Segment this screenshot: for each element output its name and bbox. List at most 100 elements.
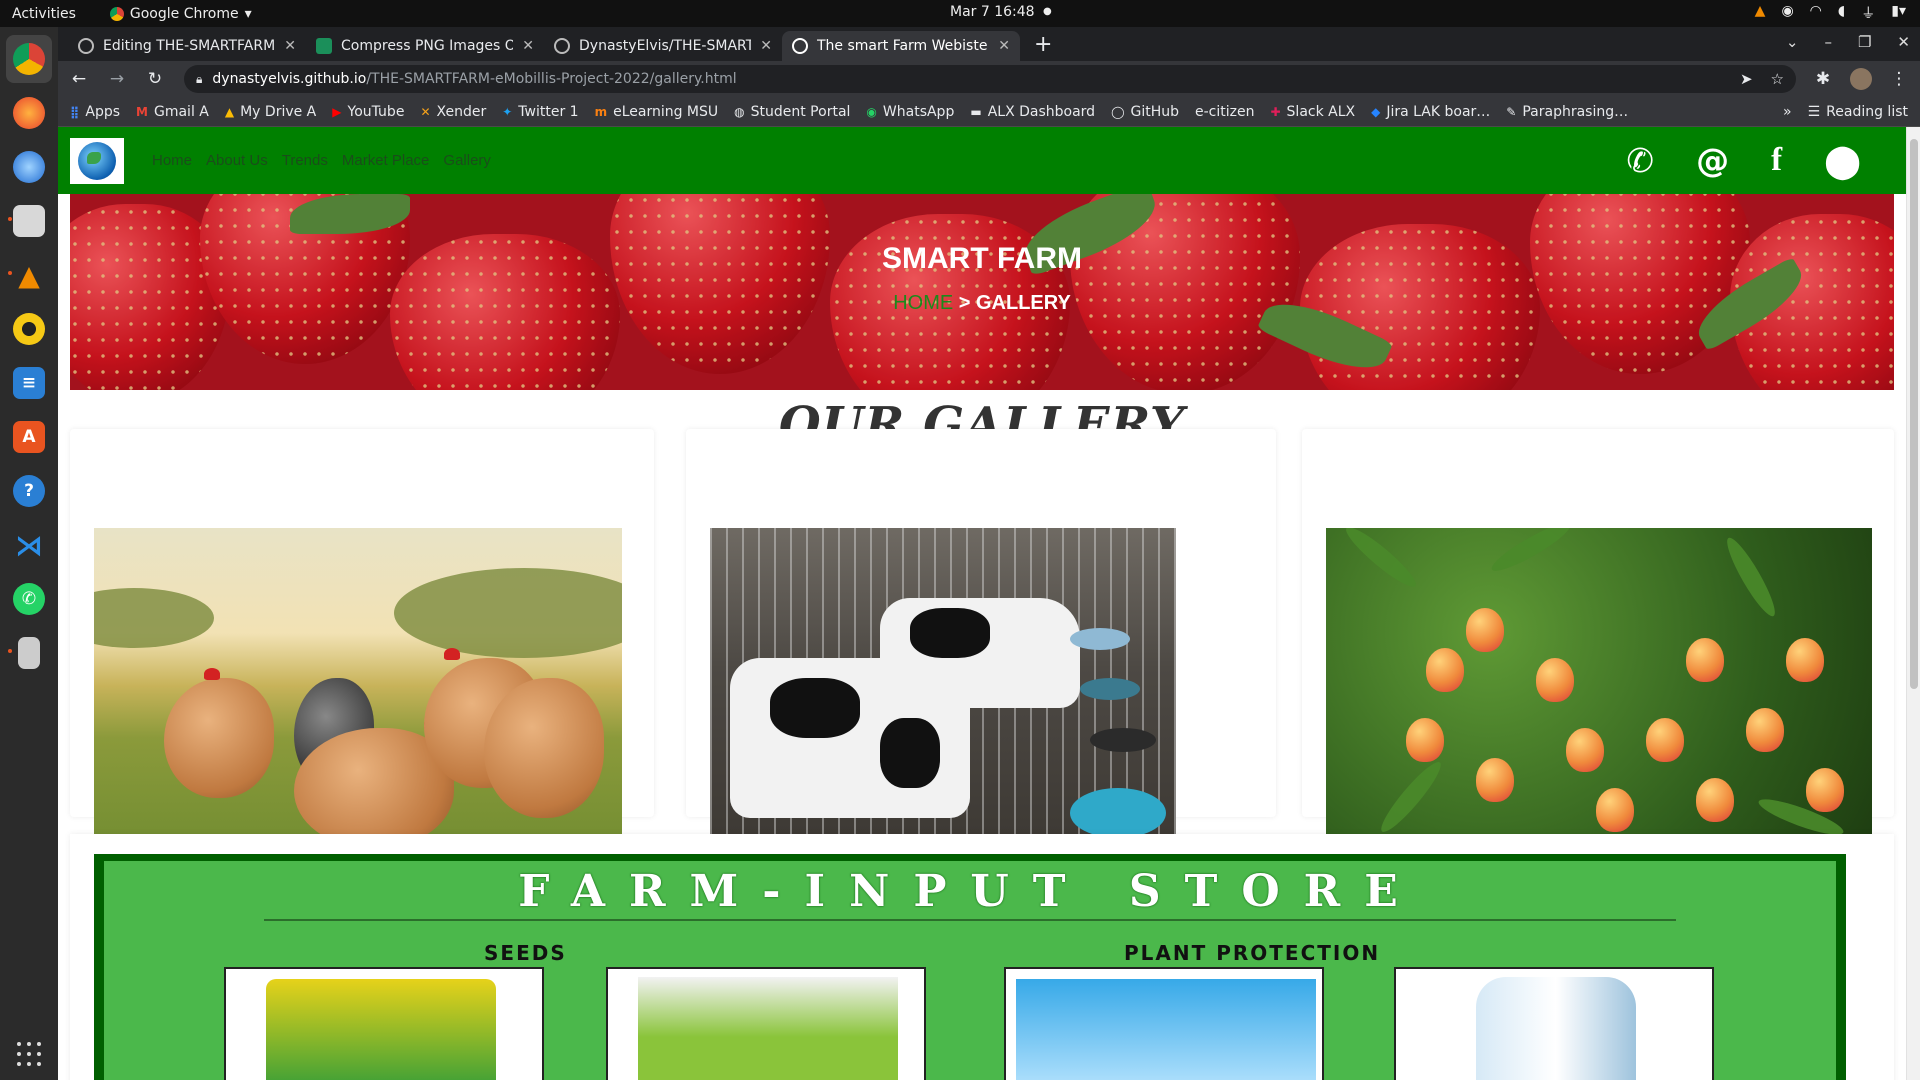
bookmark-label: YouTube xyxy=(347,103,405,120)
dock-vscode[interactable]: ⋊ xyxy=(6,521,52,569)
bookmark-paraphrasing[interactable]: ✎ Paraphrasing… xyxy=(1506,104,1628,120)
activities-button[interactable]: Activities xyxy=(12,6,76,22)
bookmark-star-icon[interactable]: ☆ xyxy=(1771,70,1784,88)
dock-whatsapp[interactable]: ✆ xyxy=(6,575,52,623)
close-icon[interactable]: ✕ xyxy=(760,38,772,54)
chickens-photo[interactable] xyxy=(94,528,622,878)
dock-writer[interactable]: ≡ xyxy=(6,359,52,407)
microphone-icon[interactable]: ⏚ xyxy=(1861,3,1875,23)
mango-fruit xyxy=(1426,648,1464,692)
dock-rhythmbox[interactable] xyxy=(6,305,52,353)
bookmark-jira[interactable]: ◆ Jira LAK boar… xyxy=(1371,104,1490,120)
bookmark-apps[interactable]: ⣿ Apps xyxy=(70,104,120,120)
mango-fruit xyxy=(1696,778,1734,822)
scrollbar-thumb[interactable] xyxy=(1910,139,1918,689)
menu-icon[interactable]: ⋮ xyxy=(1888,69,1910,89)
bookmark-ecitizen[interactable]: e-citizen xyxy=(1195,104,1254,120)
mango-fruit xyxy=(1536,658,1574,702)
wifi-icon[interactable]: ◠ xyxy=(1810,3,1822,23)
phone-icon[interactable]: ✆ xyxy=(1626,141,1654,180)
nav-about-us[interactable]: About Us xyxy=(206,152,268,169)
profile-avatar[interactable] xyxy=(1850,68,1872,90)
feeding-bucket xyxy=(1080,678,1140,700)
new-tab-button[interactable]: + xyxy=(1034,32,1052,57)
bookmark-label: ALX Dashboard xyxy=(987,103,1096,120)
bookmark-github[interactable]: ◯ GitHub xyxy=(1111,104,1179,120)
bookmark-whatsapp[interactable]: ◉ WhatsApp xyxy=(866,104,954,120)
mango-fruit xyxy=(1746,708,1784,752)
bookmark-elearning[interactable]: m eLearning MSU xyxy=(595,104,719,120)
location-pin-icon[interactable]: ⬤ xyxy=(1824,141,1861,180)
extensions-icon[interactable]: ✱ xyxy=(1812,69,1834,89)
clock[interactable]: Mar 7 16:48 xyxy=(950,4,1035,20)
system-tray[interactable]: ▲ ◉ ◠ ◖ ⏚ ▮▾ xyxy=(1755,3,1906,23)
dock-firefox[interactable] xyxy=(6,89,52,137)
mango-fruit xyxy=(1566,728,1604,772)
calves-photo[interactable] xyxy=(710,528,1176,878)
vlc-tray-icon[interactable]: ▲ xyxy=(1755,3,1766,23)
dock-chrome[interactable] xyxy=(6,35,52,83)
bookmark-slack[interactable]: ✚ Slack ALX xyxy=(1270,104,1355,120)
maximize-icon[interactable]: ❐ xyxy=(1858,33,1871,51)
app-menu[interactable]: Google Chrome ▾ xyxy=(109,6,252,22)
dock-vlc[interactable]: ▲ xyxy=(6,251,52,299)
breadcrumb-home-link[interactable]: HOME xyxy=(893,292,953,314)
close-icon[interactable]: ✕ xyxy=(998,38,1010,54)
send-icon[interactable]: ➤ xyxy=(1740,70,1753,88)
bookmark-gmail[interactable]: M Gmail A xyxy=(136,104,209,120)
dock-usb[interactable] xyxy=(6,629,52,677)
reload-icon[interactable]: ↻ xyxy=(144,69,166,89)
email-at-icon[interactable]: @ xyxy=(1696,141,1729,180)
slack-icon: ✚ xyxy=(1270,104,1281,119)
rhythmbox-icon xyxy=(13,313,45,345)
tab-editing[interactable]: Editing THE-SMARTFARM- ✕ xyxy=(68,31,306,61)
more-bookmarks-button[interactable]: » xyxy=(1783,104,1792,120)
dock-software[interactable]: A xyxy=(6,413,52,461)
bookmark-student-portal[interactable]: ◍ Student Portal xyxy=(734,104,850,120)
notification-dot-icon: ● xyxy=(1043,6,1052,17)
forward-icon[interactable]: → xyxy=(106,69,128,89)
bookmark-twitter[interactable]: ✦ Twitter 1 xyxy=(502,104,578,120)
facebook-icon[interactable]: f xyxy=(1771,142,1782,179)
page-scrollbar[interactable] xyxy=(1906,127,1920,1080)
minimize-icon[interactable]: – xyxy=(1824,33,1832,51)
tab-search-icon[interactable]: ⌄ xyxy=(1786,33,1799,51)
bookmark-alx[interactable]: ▬ ALX Dashboard xyxy=(970,104,1095,120)
close-icon[interactable]: ✕ xyxy=(284,38,296,54)
reading-list-button[interactable]: ☰ Reading list xyxy=(1808,104,1908,120)
seed-pack xyxy=(606,967,926,1080)
store-section-plant-protection: PLANT PROTECTION xyxy=(1124,941,1381,965)
hero-banner: SMART FARM HOME > GALLERY xyxy=(70,194,1894,390)
farm-input-store-banner[interactable]: FARM-INPUT STORE SEEDS PLANT PROTECTION xyxy=(94,854,1846,1080)
back-icon[interactable]: ← xyxy=(68,69,90,89)
chrome-tray-icon[interactable]: ◉ xyxy=(1781,3,1793,23)
bookmark-xender[interactable]: ✕ Xender xyxy=(420,104,486,120)
browser-toolbar: ← → ↻ 🔒︎ dynastyelvis.github.io/THE-SMAR… xyxy=(58,61,1920,97)
tab-github[interactable]: DynastyElvis/THE-SMART ✕ xyxy=(544,31,782,61)
mangoes-photo[interactable] xyxy=(1326,528,1872,878)
nav-market-place[interactable]: Market Place xyxy=(342,152,430,169)
document-icon: ≡ xyxy=(13,367,45,399)
site-logo[interactable] xyxy=(70,137,124,184)
show-apps-icon[interactable] xyxy=(17,1042,41,1066)
battery-icon[interactable]: ▮▾ xyxy=(1891,3,1906,23)
bookmark-drive[interactable]: ▲ My Drive A xyxy=(225,104,316,120)
close-icon[interactable]: ✕ xyxy=(522,38,534,54)
dock-help[interactable]: ? xyxy=(6,467,52,515)
bookmark-youtube[interactable]: ▶ YouTube xyxy=(332,104,404,120)
site-navbar: Home About Us Trends Market Place Galler… xyxy=(58,127,1906,194)
nav-trends[interactable]: Trends xyxy=(282,152,328,169)
chrome-window: Editing THE-SMARTFARM- ✕ Compress PNG Ima… xyxy=(58,27,1920,1080)
tab-compress[interactable]: Compress PNG Images Or ✕ xyxy=(306,31,544,61)
nav-home[interactable]: Home xyxy=(152,152,192,169)
dock-files[interactable] xyxy=(6,197,52,245)
volume-icon[interactable]: ◖ xyxy=(1838,3,1845,23)
dock: ▲ ≡ A ? ⋊ ✆ xyxy=(0,27,58,1080)
close-window-icon[interactable]: ✕ xyxy=(1897,33,1910,51)
apps-grid-icon: ⣿ xyxy=(70,104,80,119)
address-bar[interactable]: 🔒︎ dynastyelvis.github.io/THE-SMARTFARM-… xyxy=(184,65,1796,93)
tab-smart-farm[interactable]: The smart Farm Webiste ✕ xyxy=(782,31,1020,61)
dock-thunderbird[interactable] xyxy=(6,143,52,191)
nav-gallery[interactable]: Gallery xyxy=(443,152,491,169)
mango-fruit xyxy=(1596,788,1634,832)
